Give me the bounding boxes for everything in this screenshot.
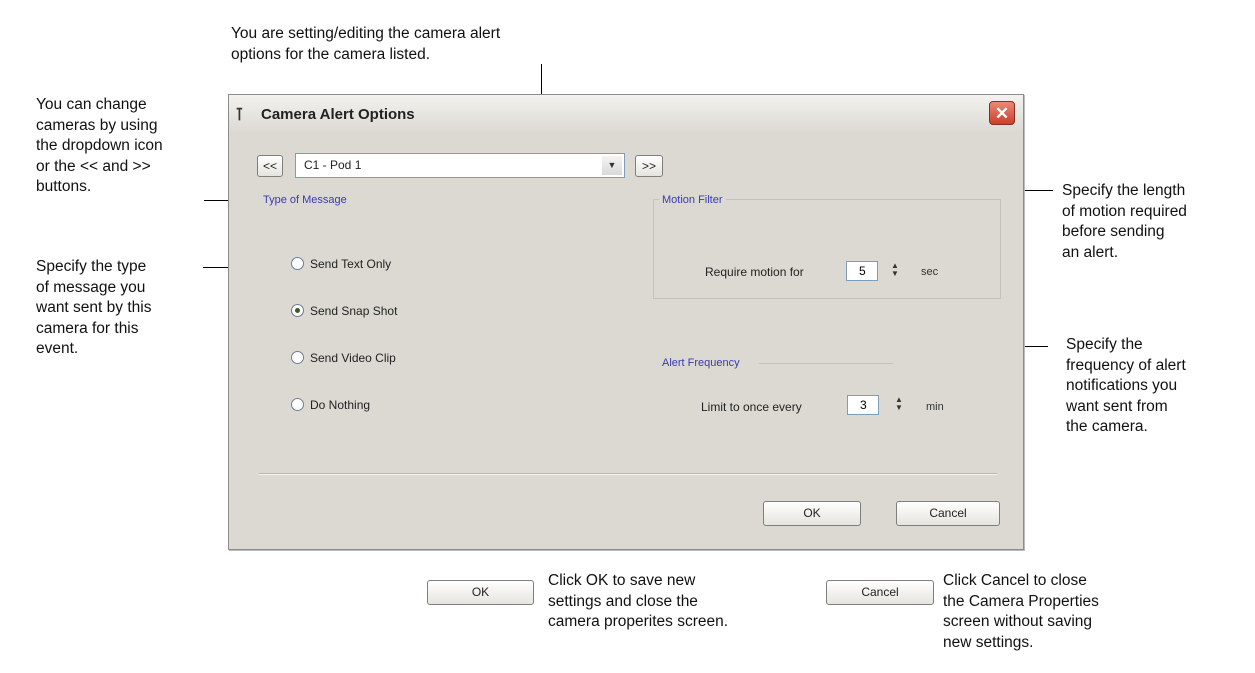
title-bar[interactable]: ⊺ Camera Alert Options ✕ [229, 95, 1023, 133]
annotation-cancel: Click Cancel to close the Camera Propert… [943, 572, 1099, 651]
frequency-group-label: Alert Frequency [659, 357, 743, 369]
radio-indicator-selected[interactable] [291, 304, 304, 317]
radio-label: Send Video Clip [310, 351, 396, 365]
annotation-ok: Click OK to save new settings and close … [548, 572, 729, 630]
frequency-minutes-input[interactable]: 3 [847, 395, 879, 415]
annotation-message-type: Specify the type of message you want sen… [36, 258, 152, 357]
annotation-alert-frequency: Specify the frequency of alert notificat… [1066, 336, 1186, 435]
legend-ok-button: OK [427, 580, 534, 605]
radio-label: Do Nothing [310, 398, 371, 412]
annotation-change-cameras: You can change cameras by using the drop… [36, 96, 163, 195]
legend-cancel-button: Cancel [826, 580, 934, 605]
motion-filter-group [653, 199, 1001, 299]
radio-label: Send Text Only [310, 257, 392, 271]
radio-label: Send Snap Shot [310, 304, 398, 318]
previous-camera-button[interactable]: << [257, 155, 283, 177]
camera-select[interactable]: C1 - Pod 1 ▼ [295, 153, 625, 178]
close-icon[interactable]: ✕ [989, 101, 1015, 125]
message-group-label: Type of Message [263, 194, 347, 206]
frequency-field-label: Limit to once every [701, 400, 802, 414]
frequency-group-rule [759, 363, 893, 364]
motion-seconds-input[interactable]: 5 [846, 261, 878, 281]
camera-alert-options-dialog: ⊺ Camera Alert Options ✕ << C1 - Pod 1 ▼… [228, 94, 1024, 550]
camera-select-value: C1 - Pod 1 [304, 158, 362, 172]
frequency-stepper-icon[interactable]: ▲ ▼ [895, 396, 903, 412]
radio-send-text-only[interactable]: Send Text Only [291, 257, 391, 271]
chevron-down-icon[interactable]: ▼ [602, 156, 622, 175]
motion-unit: sec [921, 266, 939, 278]
next-camera-button[interactable]: >> [635, 155, 663, 177]
dialog-title: Camera Alert Options [261, 106, 415, 123]
radio-indicator[interactable] [291, 257, 304, 270]
radio-do-nothing[interactable]: Do Nothing [291, 398, 370, 412]
radio-send-snap-shot[interactable]: Send Snap Shot [291, 304, 397, 318]
camera-alert-icon: ⊺ [235, 105, 244, 124]
radio-indicator[interactable] [291, 351, 304, 364]
annotation-camera-listed: You are setting/editing the camera alert… [231, 25, 501, 63]
radio-send-video-clip[interactable]: Send Video Clip [291, 351, 396, 365]
annotation-motion-length: Specify the length of motion required be… [1062, 182, 1187, 261]
motion-field-label: Require motion for [705, 265, 804, 279]
radio-indicator[interactable] [291, 398, 304, 411]
cancel-button[interactable]: Cancel [896, 501, 1000, 526]
frequency-unit: min [926, 401, 944, 413]
motion-group-label: Motion Filter [659, 194, 726, 206]
ok-button[interactable]: OK [763, 501, 861, 526]
dialog-separator [259, 473, 997, 475]
motion-stepper-icon[interactable]: ▲ ▼ [891, 262, 899, 278]
